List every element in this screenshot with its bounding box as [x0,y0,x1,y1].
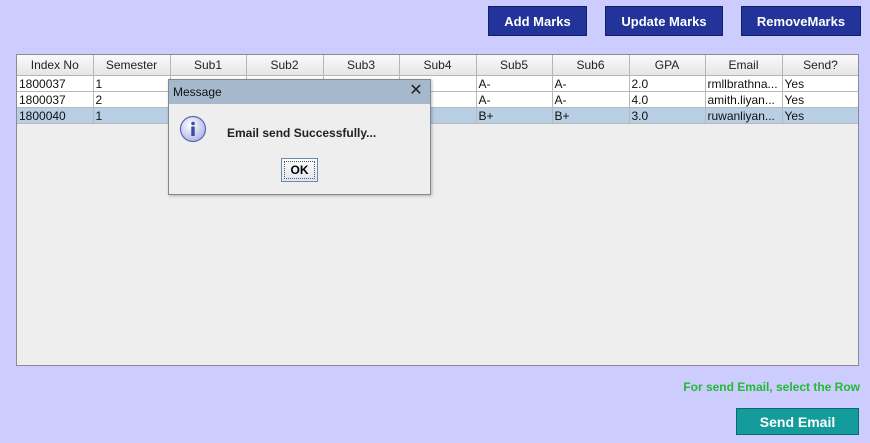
column-header-index-no[interactable]: Index No [17,55,94,76]
cell-send[interactable]: Yes [782,75,858,92]
column-header-sub1[interactable]: Sub1 [170,55,247,76]
send-email-hint: For send Email, select the Row [683,380,860,394]
cell-send[interactable]: Yes [782,91,858,108]
marks-table: Index No Semester Sub1 Sub2 Sub3 Sub4 Su… [17,55,858,124]
add-marks-button[interactable]: Add Marks [488,6,587,36]
marks-table-panel[interactable]: Index No Semester Sub1 Sub2 Sub3 Sub4 Su… [16,54,859,366]
column-header-sub3[interactable]: Sub3 [323,55,400,76]
column-header-semester[interactable]: Semester [93,55,171,76]
table-row-selected[interactable]: 1800040 1 B+ B+ 3.0 ruwanliyan... Yes [17,107,858,124]
cell-sub6[interactable]: A- [552,75,630,92]
table-header-row: Index No Semester Sub1 Sub2 Sub3 Sub4 Su… [17,55,858,76]
cell-gpa[interactable]: 2.0 [629,75,706,92]
update-marks-button[interactable]: Update Marks [605,6,723,36]
cell-gpa[interactable]: 4.0 [629,91,706,108]
cell-email[interactable]: amith.liyan... [705,91,783,108]
ok-button[interactable]: OK [281,158,318,182]
cell-send[interactable]: Yes [782,107,858,124]
column-header-send[interactable]: Send? [782,55,858,76]
table-row[interactable]: 1800037 2 A- A- 4.0 amith.liyan... Yes [17,91,858,108]
cell-sub5[interactable]: A- [476,75,553,92]
information-icon [179,115,207,143]
column-header-sub2[interactable]: Sub2 [246,55,324,76]
column-header-sub6[interactable]: Sub6 [552,55,630,76]
cell-sub5[interactable]: A- [476,91,553,108]
remove-marks-button[interactable]: RemoveMarks [741,6,861,36]
dialog-title-bar[interactable]: Message ✕ [169,80,430,104]
message-dialog: Message ✕ Email send Successfully... OK [168,79,431,195]
cell-semester[interactable]: 2 [93,91,171,108]
cell-index-no[interactable]: 1800040 [17,107,94,124]
table-row[interactable]: 1800037 1 A- A- 2.0 rmllbrathna... Yes [17,75,858,92]
cell-index-no[interactable]: 1800037 [17,91,94,108]
column-header-sub4[interactable]: Sub4 [399,55,477,76]
cell-sub6[interactable]: B+ [552,107,630,124]
cell-semester[interactable]: 1 [93,107,171,124]
close-icon[interactable]: ✕ [408,83,424,99]
column-header-gpa[interactable]: GPA [629,55,706,76]
send-email-button[interactable]: Send Email [736,408,859,435]
cell-sub5[interactable]: B+ [476,107,553,124]
cell-semester[interactable]: 1 [93,75,171,92]
cell-email[interactable]: rmllbrathna... [705,75,783,92]
column-header-sub5[interactable]: Sub5 [476,55,553,76]
cell-gpa[interactable]: 3.0 [629,107,706,124]
cell-index-no[interactable]: 1800037 [17,75,94,92]
dialog-message: Email send Successfully... [227,126,377,140]
cell-email[interactable]: ruwanliyan... [705,107,783,124]
dialog-title: Message [173,85,222,99]
column-header-email[interactable]: Email [705,55,783,76]
cell-sub6[interactable]: A- [552,91,630,108]
